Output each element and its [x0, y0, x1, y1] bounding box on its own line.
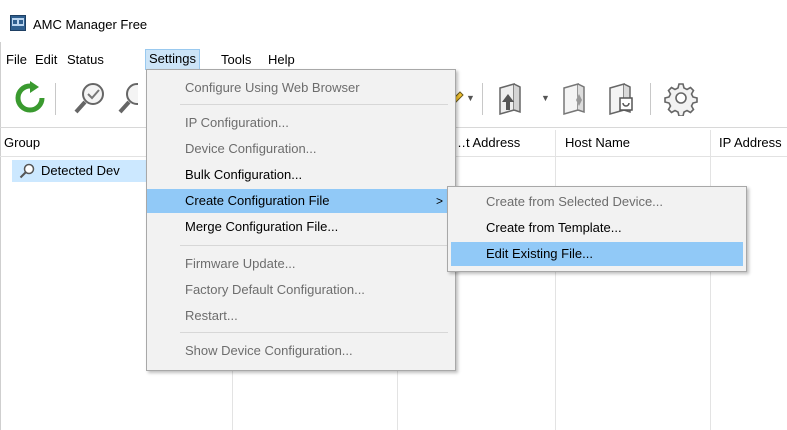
firmware-file-icon[interactable]: [604, 80, 640, 116]
menu-bar: File Edit Status Settings Tools Help: [0, 47, 787, 70]
menu-item-create-configuration-file[interactable]: Create Configuration File >: [147, 189, 455, 213]
menu-item-bulk-configuration[interactable]: Bulk Configuration...: [147, 163, 455, 187]
toolbar-separator: [55, 83, 56, 115]
menu-separator: [180, 104, 448, 105]
column-divider[interactable]: [555, 130, 556, 430]
menu-status[interactable]: Status: [64, 50, 107, 69]
create-config-submenu: Create from Selected Device... Create fr…: [447, 186, 747, 272]
menu-separator: [180, 332, 448, 333]
menu-item-device-configuration[interactable]: Device Configuration...: [147, 137, 455, 161]
column-header-host-name[interactable]: Host Name: [565, 135, 630, 150]
group-header[interactable]: Group: [4, 135, 40, 150]
refresh-icon[interactable]: [12, 80, 48, 116]
title-bar: AMC Manager Free: [0, 0, 787, 42]
menu-help[interactable]: Help: [265, 50, 298, 69]
app-icon: [10, 15, 26, 31]
menu-separator: [180, 245, 448, 246]
search-device-icon[interactable]: [116, 80, 138, 116]
menu-item-firmware-update[interactable]: Firmware Update...: [147, 252, 455, 276]
config-file-icon[interactable]: [556, 80, 592, 116]
menu-edit[interactable]: Edit: [32, 50, 60, 69]
column-header-address[interactable]: …t Address: [453, 135, 520, 150]
chevron-down-icon[interactable]: ▼: [541, 93, 550, 103]
chevron-down-icon[interactable]: ▼: [466, 93, 475, 103]
menu-item-factory-default[interactable]: Factory Default Configuration...: [147, 278, 455, 302]
settings-menu: Configure Using Web Browser IP Configura…: [146, 69, 456, 371]
menu-item-configure-web-browser[interactable]: Configure Using Web Browser: [147, 76, 455, 100]
toolbar-separator: [482, 83, 483, 115]
window-title: AMC Manager Free: [33, 17, 148, 32]
menu-item-show-device-configuration[interactable]: Show Device Configuration...: [147, 339, 455, 363]
menu-file[interactable]: File: [3, 50, 30, 69]
menu-item-ip-configuration[interactable]: IP Configuration...: [147, 111, 455, 135]
column-header-ip-address[interactable]: IP Address: [719, 135, 782, 150]
toolbar-separator: [650, 83, 651, 115]
tree-item-detected-devices[interactable]: Detected Dev: [12, 160, 152, 182]
menu-tools[interactable]: Tools: [218, 50, 254, 69]
menu-item-restart[interactable]: Restart...: [147, 304, 455, 328]
search-icon: [19, 163, 35, 179]
app-window: AMC Manager Free File Edit Status Settin…: [0, 0, 787, 430]
submenu-arrow-icon: >: [435, 194, 443, 208]
menu-item-create-from-selected-device[interactable]: Create from Selected Device...: [448, 190, 746, 214]
upload-config-icon[interactable]: [492, 80, 528, 116]
menu-item-create-from-template[interactable]: Create from Template...: [448, 216, 746, 240]
gear-icon[interactable]: [663, 80, 699, 116]
menu-settings[interactable]: Settings: [145, 49, 200, 70]
column-divider[interactable]: [710, 130, 711, 430]
menu-item-edit-existing-file[interactable]: Edit Existing File...: [451, 242, 743, 266]
search-device-icon[interactable]: [72, 80, 108, 116]
menu-item-merge-configuration-file[interactable]: Merge Configuration File...: [147, 215, 455, 239]
tree-item-label: Detected Dev: [41, 163, 120, 178]
